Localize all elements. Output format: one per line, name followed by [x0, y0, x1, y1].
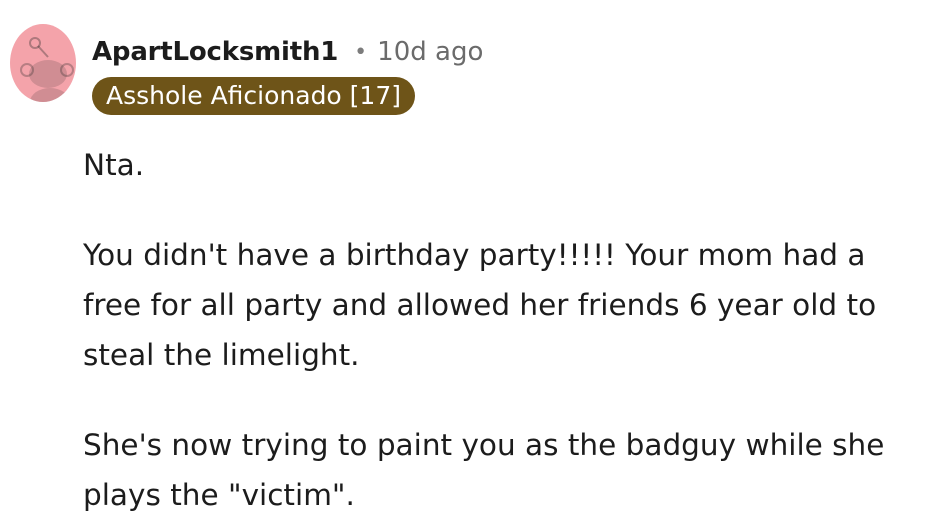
snoo-avatar-icon	[20, 37, 74, 102]
user-flair-badge: Asshole Aficionado [17]	[92, 77, 415, 115]
comment-paragraph: Nta.	[83, 148, 145, 182]
timestamp[interactable]: 10d ago	[377, 37, 483, 67]
comment-paragraph: You didn't have a birthday party!!!!! Yo…	[83, 238, 877, 372]
user-avatar[interactable]	[10, 24, 76, 102]
comment-paragraph: She's now trying to paint you as the bad…	[83, 428, 885, 512]
comment-body: Nta. You didn't have a birthday party!!!…	[83, 140, 928, 520]
separator-dot: •	[354, 39, 368, 65]
comment-header: ApartLocksmith1 • 10d ago	[92, 32, 483, 72]
username-link[interactable]: ApartLocksmith1	[92, 37, 338, 67]
comment: ApartLocksmith1 • 10d ago Asshole Aficio…	[0, 0, 937, 523]
